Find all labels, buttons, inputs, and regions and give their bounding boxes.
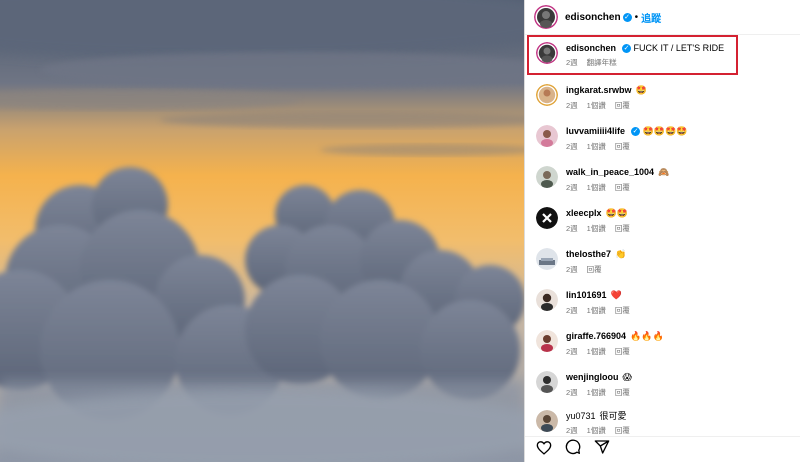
author-username[interactable]: edisonchen (565, 12, 621, 23)
comment-likes[interactable]: 1個讚 (587, 388, 606, 397)
comment-text: 🤩🤩 (605, 209, 628, 219)
comment-text: 🔥🔥🔥 (630, 332, 664, 342)
reply-button[interactable]: 回覆 (615, 101, 630, 110)
translate-button[interactable]: 翻譯年糕 (587, 58, 617, 67)
comment-meta: 2週 1個讚 回覆 (566, 182, 669, 194)
commenter-avatar[interactable] (536, 84, 558, 106)
comment-likes[interactable]: 1個讚 (587, 306, 606, 315)
comment-likes[interactable]: 1個讚 (587, 426, 606, 435)
commenter-avatar[interactable] (536, 248, 558, 270)
separator: • (634, 11, 639, 23)
reply-button[interactable]: 回覆 (615, 347, 630, 356)
comment-text: 🙈 (658, 168, 670, 178)
comment-username[interactable]: thelosthe7 (566, 249, 611, 259)
reply-button[interactable]: 回覆 (615, 388, 630, 397)
caption-meta: 2週 翻譯年糕 (566, 57, 724, 69)
comment-time[interactable]: 2週 (566, 347, 578, 356)
comment-likes[interactable]: 1個讚 (587, 183, 606, 192)
comment-text: 🤩 (635, 86, 647, 96)
comment-username[interactable]: lin101691 (566, 290, 607, 300)
author-avatar[interactable] (534, 5, 558, 29)
caption-username[interactable]: edisonchen (566, 43, 616, 53)
comment-meta: 2週 1個讚 回覆 (566, 141, 687, 153)
post-header: edisonchen ✓ • 追蹤 (525, 0, 800, 35)
comment-time[interactable]: 2週 (566, 101, 578, 110)
verified-badge-icon: ✓ (622, 12, 632, 22)
commenter-avatar[interactable] (536, 289, 558, 311)
comment-username[interactable]: xleecplx (566, 208, 602, 218)
comment-row: giraffe.766904 🔥🔥🔥 2週 1個讚 回覆 (536, 330, 664, 358)
comment-username[interactable]: ingkarat.srwbw (566, 85, 632, 95)
comment-username[interactable]: walk_in_peace_1004 (566, 167, 654, 177)
heart-icon[interactable] (536, 440, 552, 460)
verified-badge-icon: ✓ (631, 127, 641, 137)
comment-text: ❤️ (610, 291, 622, 301)
commenter-avatar[interactable] (536, 207, 558, 229)
reply-button[interactable]: 回覆 (587, 265, 602, 274)
commenter-avatar[interactable] (536, 330, 558, 352)
comment-row: ingkarat.srwbw 🤩 2週 1個讚 回覆 (536, 84, 647, 112)
comment-meta: 2週 1個讚 回覆 (566, 100, 647, 112)
comment-username[interactable]: giraffe.766904 (566, 331, 626, 341)
reply-button[interactable]: 回覆 (615, 306, 630, 315)
comment-meta: 2週 1個讚 回覆 (566, 223, 639, 235)
comment-likes[interactable]: 1個讚 (587, 347, 606, 356)
comment-time[interactable]: 2週 (566, 183, 578, 192)
comment-time[interactable]: 2週 (566, 306, 578, 315)
comment-time[interactable]: 2週 (566, 426, 578, 435)
comment-text: 很可愛 (599, 411, 627, 421)
caption-text: FUCK IT / LET'S RIDE (633, 43, 725, 53)
share-icon[interactable] (594, 439, 610, 460)
comment-time[interactable]: 2週 (566, 224, 578, 233)
comment-row: xleecplx 🤩🤩 2週 1個讚 回覆 (536, 207, 639, 235)
comment-time[interactable]: 2週 (566, 265, 578, 274)
author-avatar-small[interactable] (536, 42, 558, 64)
commenter-avatar[interactable] (536, 166, 558, 188)
comment-text: 🤩🤩🤩🤩 (642, 127, 688, 137)
comment-time[interactable]: 2週 (566, 142, 578, 151)
reply-button[interactable]: 回覆 (615, 224, 630, 233)
comment-likes[interactable]: 1個讚 (587, 224, 606, 233)
comment-row: lin101691 ❤️ 2週 1個讚 回覆 (536, 289, 639, 317)
action-bar (525, 436, 800, 462)
comment-username[interactable]: wenjingloou (566, 372, 619, 382)
follow-button[interactable]: 追蹤 (641, 10, 661, 25)
comment-row: luvvamiiii4life ✓ 🤩🤩🤩🤩 2週 1個讚 回覆 (536, 125, 687, 153)
comment-likes[interactable]: 1個讚 (587, 101, 606, 110)
caption-time[interactable]: 2週 (566, 58, 578, 67)
verified-badge-icon: ✓ (622, 44, 632, 54)
comment-row: wenjingloou 😱 2週 1個讚 回覆 (536, 371, 639, 399)
comment-time[interactable]: 2週 (566, 388, 578, 397)
comment-text: 😱 (622, 373, 632, 383)
post-side-panel: edisonchen ✓ • 追蹤 edisonchen ✓ FUCK IT / … (524, 0, 800, 462)
reply-button[interactable]: 回覆 (615, 426, 630, 435)
commenter-avatar[interactable] (536, 371, 558, 393)
comment-text: 👏 (615, 250, 627, 260)
reply-button[interactable]: 回覆 (615, 142, 630, 151)
commenter-avatar[interactable] (536, 410, 558, 432)
comment-meta: 2週 回覆 (566, 264, 626, 276)
comment-meta: 2週 1個讚 回覆 (566, 305, 639, 317)
caption-row: edisonchen ✓ FUCK IT / LET'S RIDE 2週 翻譯年糕 (536, 42, 724, 69)
comment-meta: 2週 1個讚 回覆 (566, 346, 664, 358)
comment-meta: 2週 1個讚 回覆 (566, 387, 639, 399)
commenter-avatar[interactable] (536, 125, 558, 147)
post-photo (0, 0, 524, 462)
comment-row: yu0731 很可愛 2週 1個讚 回覆 (536, 410, 639, 437)
comment-icon[interactable] (565, 439, 581, 460)
comment-row: walk_in_peace_1004 🙈 2週 1個讚 回覆 (536, 166, 669, 194)
comment-username[interactable]: yu0731 (566, 411, 596, 421)
comment-row: thelosthe7 👏 2週 回覆 (536, 248, 626, 276)
reply-button[interactable]: 回覆 (615, 183, 630, 192)
comment-username[interactable]: luvvamiiii4life (566, 126, 625, 136)
comment-likes[interactable]: 1個讚 (587, 142, 606, 151)
